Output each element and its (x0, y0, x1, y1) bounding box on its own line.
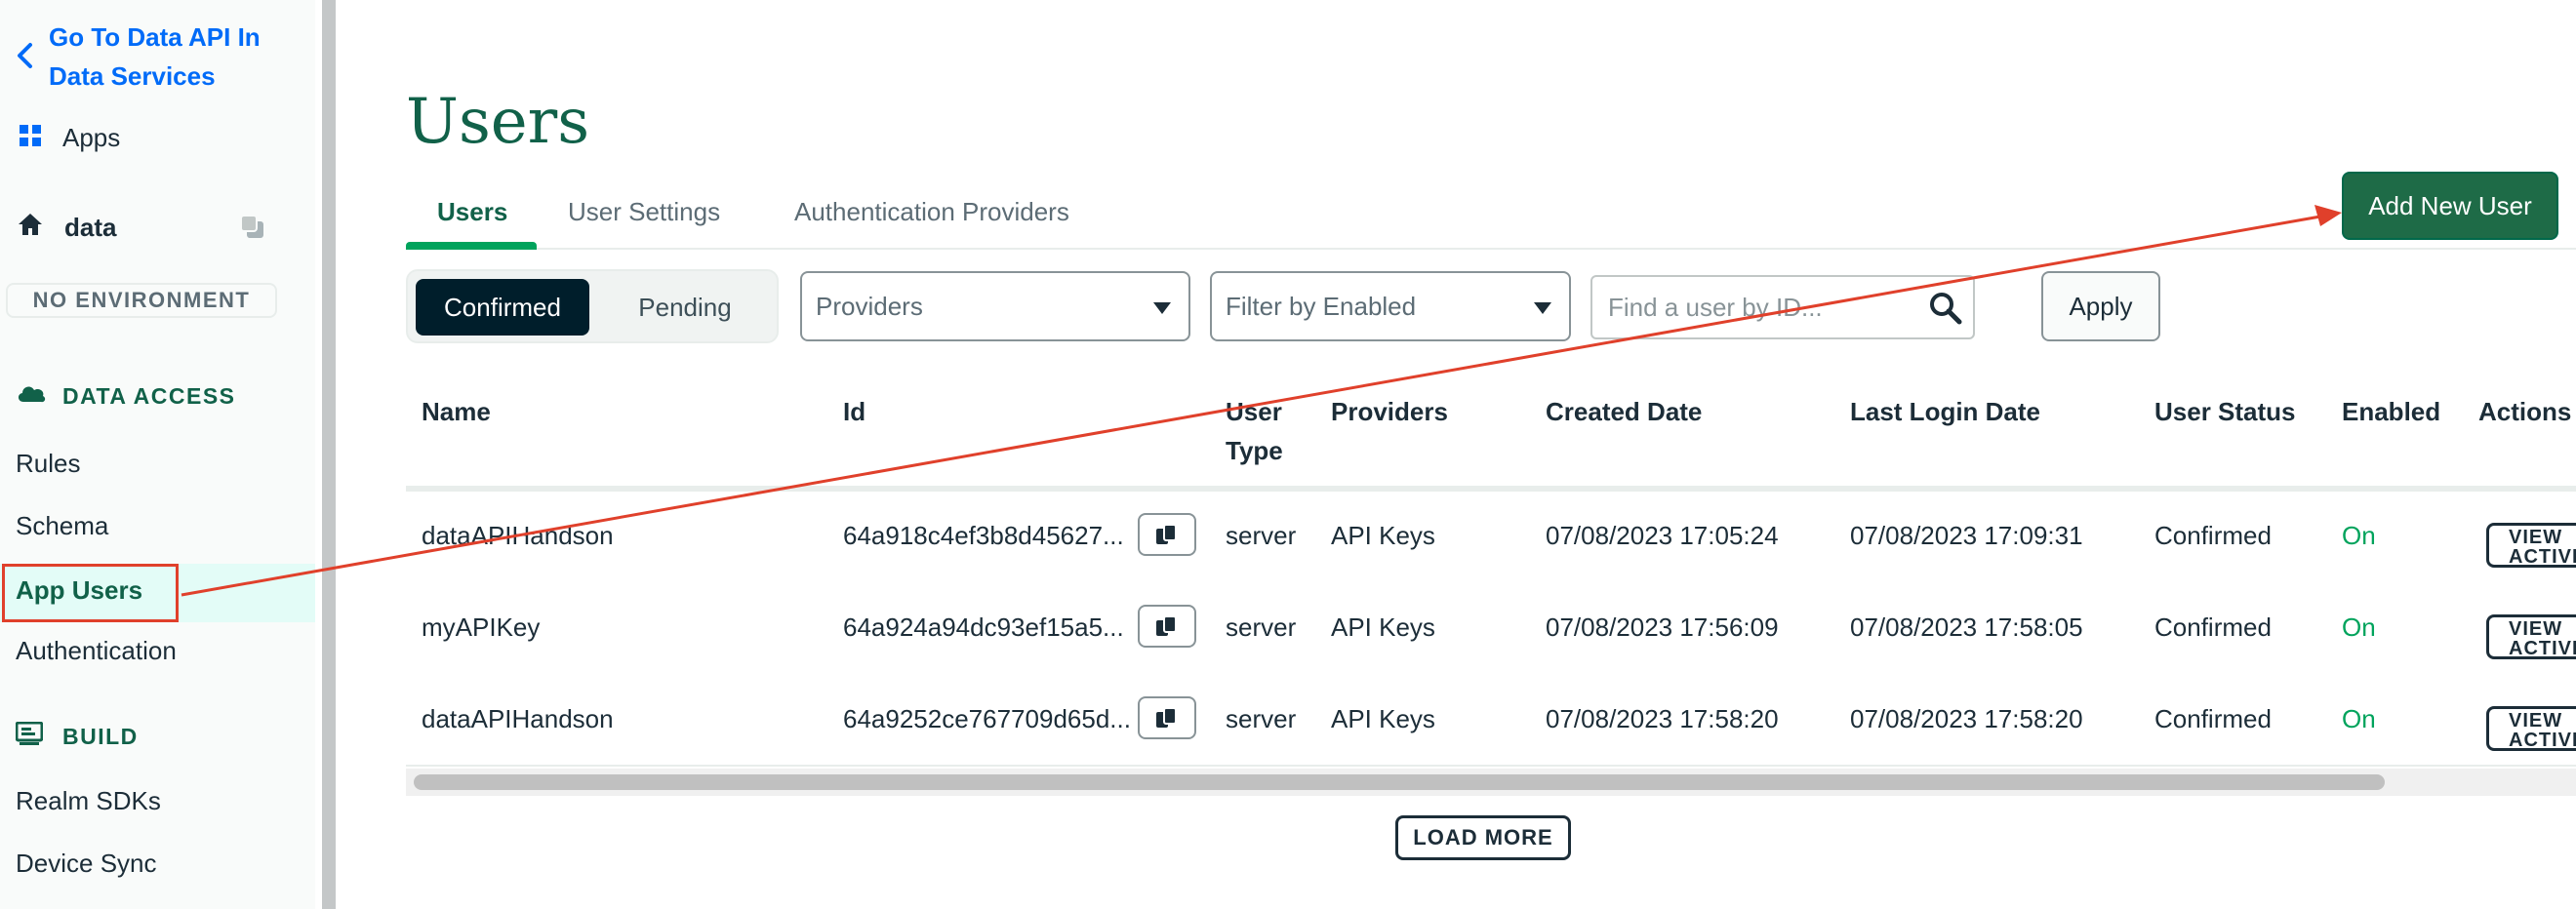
cloud-icon (16, 382, 47, 410)
cell-name: myAPIKey (422, 613, 541, 642)
build-heading: BUILD (15, 721, 139, 751)
build-heading-label: BUILD (62, 723, 139, 749)
view-activity-button[interactable]: VIEW ACTIVITY (2486, 614, 2576, 659)
tab-authentication-providers[interactable]: Authentication Providers (794, 197, 1069, 227)
column-header-providers[interactable]: Providers (1331, 392, 1448, 431)
copy-icon (1156, 524, 1177, 544)
cell-last-login-date: 07/08/2023 17:58:20 (1850, 704, 2083, 733)
tab-bar: Users User Settings Authentication Provi… (406, 185, 2576, 250)
column-header-user-type[interactable]: User Type (1226, 392, 1284, 470)
data-access-heading-label: DATA ACCESS (62, 382, 236, 409)
app-home-link[interactable]: data (18, 213, 116, 243)
sidebar-item-device-sync[interactable]: Device Sync (16, 849, 157, 879)
column-header-enabled[interactable]: Enabled (2342, 392, 2440, 431)
cell-last-login-date: 07/08/2023 17:09:31 (1850, 521, 2083, 550)
cell-enabled: On (2342, 613, 2376, 642)
providers-select[interactable]: Providers (800, 271, 1190, 341)
column-header-id[interactable]: Id (843, 392, 865, 431)
enabled-filter-select[interactable]: Filter by Enabled (1210, 271, 1571, 341)
column-header-user-status[interactable]: User Status (2154, 392, 2296, 431)
cell-created-date: 07/08/2023 17:56:09 (1546, 613, 1779, 642)
sidebar-item-rules[interactable]: Rules (16, 449, 80, 479)
annotation-highlight-box (2, 564, 179, 622)
table-header-divider (406, 486, 2576, 492)
enabled-filter-value: Filter by Enabled (1226, 291, 1417, 321)
copy-id-button[interactable] (1138, 513, 1196, 556)
tab-user-settings[interactable]: User Settings (568, 197, 720, 227)
add-new-user-button[interactable]: Add New User (2342, 172, 2558, 240)
cell-user-type: server (1226, 704, 1297, 733)
view-activity-button[interactable]: VIEW ACTIVITY (2486, 706, 2576, 751)
caret-down-icon (1153, 302, 1171, 314)
view-activity-button[interactable]: VIEW ACTIVITY (2486, 523, 2576, 568)
cell-created-date: 07/08/2023 17:05:24 (1546, 521, 1779, 550)
cell-created-date: 07/08/2023 17:58:20 (1546, 704, 1779, 733)
apply-button[interactable]: Apply (2041, 271, 2160, 341)
column-header-last-login-date[interactable]: Last Login Date (1850, 392, 2040, 431)
column-header-name[interactable]: Name (422, 392, 491, 431)
sidebar-item-authentication[interactable]: Authentication (16, 636, 177, 666)
copy-id-button[interactable] (1138, 696, 1196, 739)
sidebar-resize-handle[interactable] (322, 0, 336, 909)
page-title: Users (406, 86, 590, 158)
sidebar-item-schema[interactable]: Schema (16, 511, 108, 541)
sidebar-item-realm-sdks[interactable]: Realm SDKs (16, 786, 161, 816)
environment-badge: NO ENVIRONMENT (6, 283, 277, 318)
user-search-placeholder: Find a user by ID... (1608, 292, 1823, 322)
sidebar-item-apps[interactable]: Apps (20, 123, 120, 153)
user-search-input[interactable]: Find a user by ID... (1590, 275, 1975, 339)
segment-confirmed[interactable]: Confirmed (416, 279, 589, 336)
active-tab-indicator (406, 242, 537, 250)
cell-id: 64a924a94dc93ef15a5... (843, 613, 1124, 642)
cell-name: dataAPIHandson (422, 704, 614, 733)
cell-user-status: Confirmed (2154, 613, 2272, 642)
cell-user-status: Confirmed (2154, 704, 2272, 733)
copy-id-button[interactable] (1138, 605, 1196, 648)
cell-last-login-date: 07/08/2023 17:58:05 (1850, 613, 2083, 642)
search-icon[interactable] (1928, 291, 1963, 333)
sidebar: Go To Data API In Data Services Apps dat… (0, 0, 315, 909)
cell-user-status: Confirmed (2154, 521, 2272, 550)
providers-select-value: Providers (816, 291, 923, 321)
cell-providers: API Keys (1331, 613, 1435, 642)
build-icon (15, 721, 44, 751)
cell-providers: API Keys (1331, 704, 1435, 733)
cell-name: dataAPIHandson (422, 521, 614, 550)
home-icon (18, 213, 43, 243)
copy-icon[interactable] (238, 213, 267, 247)
caret-down-icon (1534, 302, 1551, 314)
table-bottom-divider (406, 765, 2576, 767)
column-header-created-date[interactable]: Created Date (1546, 392, 1702, 431)
horizontal-scrollbar-thumb[interactable] (414, 774, 2385, 790)
apps-label: Apps (62, 123, 121, 152)
cell-id: 64a9252ce767709d65d... (843, 704, 1131, 733)
app-name: data (64, 213, 117, 242)
cell-providers: API Keys (1331, 521, 1435, 550)
cell-user-type: server (1226, 613, 1297, 642)
copy-icon (1156, 615, 1177, 636)
back-link-label: Go To Data API In Data Services (49, 22, 261, 91)
cell-enabled: On (2342, 521, 2376, 550)
copy-icon (1156, 707, 1177, 728)
chevron-left-icon (16, 41, 33, 80)
segment-pending[interactable]: Pending (599, 279, 771, 336)
status-segmented-control: Confirmed Pending (406, 269, 779, 343)
load-more-button[interactable]: LOAD MORE (1395, 815, 1571, 860)
tab-users[interactable]: Users (437, 197, 507, 227)
column-header-actions[interactable]: Actions (2478, 392, 2576, 431)
back-to-data-api-link[interactable]: Go To Data API In Data Services (16, 18, 308, 96)
cell-user-type: server (1226, 521, 1297, 550)
cell-enabled: On (2342, 704, 2376, 733)
data-access-heading: DATA ACCESS (16, 382, 236, 410)
cell-id: 64a918c4ef3b8d45627... (843, 521, 1124, 550)
apps-grid-icon (20, 123, 41, 153)
